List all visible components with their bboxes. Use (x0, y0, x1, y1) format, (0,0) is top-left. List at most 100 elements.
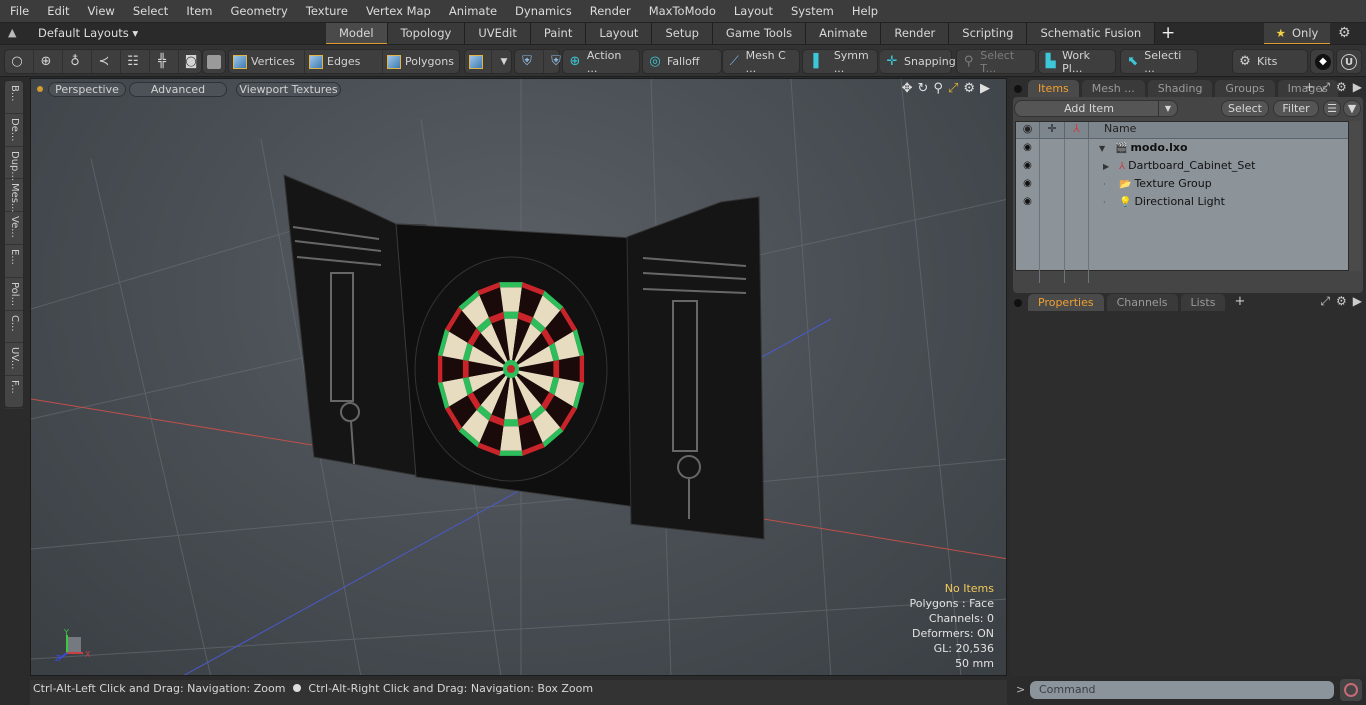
expand-arrow-icon[interactable]: ▶ (1103, 158, 1119, 176)
left-tab-9[interactable]: F... (5, 376, 23, 409)
only-toggle[interactable]: ★ Only (1264, 23, 1330, 45)
tree-row[interactable]: ◉ · 📂 Texture Group (1016, 175, 1348, 193)
visibility-column-icon[interactable]: ◉ (1016, 122, 1040, 138)
visibility-eye-icon[interactable]: ◉ (1016, 175, 1040, 193)
tab-render[interactable]: Render (881, 23, 950, 45)
maximize-icon[interactable]: ⤢ (948, 81, 958, 96)
circle-select-button[interactable]: ○ (5, 50, 34, 73)
kits-button[interactable]: ⚙ Kits (1233, 50, 1281, 73)
menu-texture[interactable]: Texture (296, 4, 356, 18)
collapse-up-icon[interactable]: ▲ (8, 26, 16, 39)
mesh-constraint-button[interactable]: ⟋ Mesh C ... (723, 49, 799, 75)
viewport-textures-button[interactable]: Viewport Textures (236, 82, 341, 97)
menu-layout[interactable]: Layout (724, 4, 781, 18)
tree-scrollbar[interactable] (1349, 121, 1361, 271)
menu-file[interactable]: File (0, 4, 37, 18)
work-plane-button[interactable]: ▙ Work Pl... (1039, 49, 1115, 75)
expand-panel-icon[interactable]: ⤢ (1320, 294, 1330, 309)
tab-lists[interactable]: Lists (1180, 294, 1226, 311)
left-tab-5[interactable]: E... (5, 245, 23, 278)
tree-item[interactable]: ▶ ⅄ Dartboard_Cabinet_Set (1089, 157, 1256, 175)
menu-select[interactable]: Select (123, 4, 176, 18)
material-mode-button[interactable] (465, 50, 492, 73)
symmetry-button[interactable]: ▐ Symm ... (803, 49, 877, 75)
viewport-gear-icon[interactable]: ⚙ (963, 81, 975, 96)
command-record-button[interactable] (1340, 679, 1362, 701)
collapse-arrow-icon[interactable]: ▼ (1099, 140, 1115, 158)
action-center-button[interactable]: ⊕ Action ... (563, 49, 639, 75)
3d-viewport[interactable]: Perspective Advanced Viewport Textures ✥… (30, 78, 1007, 676)
pivot-button[interactable]: ⛨ (515, 50, 544, 73)
tab-properties[interactable]: Properties (1028, 294, 1104, 311)
properties-gear-icon[interactable]: ⚙ (1336, 294, 1347, 309)
viewport-status-dot[interactable] (37, 86, 43, 92)
add-item-button[interactable]: Add Item (1014, 100, 1164, 117)
menu-dynamics[interactable]: Dynamics (505, 4, 580, 18)
properties-menu-arrow-icon[interactable]: ▶ (1353, 294, 1362, 309)
select-button[interactable]: Select (1221, 100, 1269, 117)
tab-mesh[interactable]: Mesh ... (1081, 80, 1145, 97)
tab-paint[interactable]: Paint (530, 23, 587, 45)
selection-sets-button[interactable]: ⬉ Selecti ... (1121, 49, 1197, 75)
edges-button[interactable]: Edges (305, 50, 383, 73)
left-tab-6[interactable]: Pol... (5, 278, 23, 311)
menu-maxtomodo[interactable]: MaxToModo (639, 4, 724, 18)
tab-schematic-fusion[interactable]: Schematic Fusion (1027, 23, 1156, 45)
items-menu-arrow-icon[interactable]: ▶ (1353, 80, 1362, 95)
perspective-button[interactable]: Perspective (48, 82, 126, 97)
tab-layout[interactable]: Layout (586, 23, 653, 45)
left-tab-1[interactable]: De... (5, 114, 23, 147)
add-tab-icon[interactable]: + (1304, 80, 1314, 95)
lock-cell[interactable] (1040, 139, 1065, 157)
lock-cell[interactable] (1040, 175, 1065, 193)
tab-channels[interactable]: Channels (1106, 294, 1178, 311)
name-column-header[interactable]: Name (1089, 122, 1136, 138)
tab-scripting[interactable]: Scripting (949, 23, 1028, 45)
tab-animate[interactable]: Animate (806, 23, 882, 45)
add-tab-icon[interactable]: + (1234, 294, 1245, 309)
zoom-icon[interactable]: ⚲ (933, 81, 943, 96)
command-input[interactable]: Command (1030, 681, 1334, 699)
lock-cell[interactable] (1040, 157, 1065, 175)
advanced-button[interactable]: Advanced (129, 82, 227, 97)
menu-help[interactable]: Help (842, 4, 886, 18)
sphere-button[interactable]: ⊕ (34, 50, 63, 73)
left-tab-2[interactable]: Dup... (5, 147, 23, 181)
menu-view[interactable]: View (78, 4, 123, 18)
left-tab-8[interactable]: UV... (5, 343, 23, 377)
pen-button[interactable]: ♁ (63, 50, 92, 73)
path-button[interactable]: ≺ (92, 50, 121, 73)
left-tab-7[interactable]: C... (5, 311, 23, 344)
item-mode-button[interactable] (203, 50, 229, 73)
lock-cell[interactable] (1040, 193, 1065, 211)
menu-edit[interactable]: Edit (37, 4, 77, 18)
tab-shading[interactable]: Shading (1147, 80, 1213, 97)
tree-row[interactable]: ◉ ▼ 🎬 modo.lxo (1016, 139, 1348, 157)
expand-panel-icon[interactable]: ⤢ (1320, 80, 1330, 95)
visibility-eye-icon[interactable]: ◉ (1016, 193, 1040, 211)
funnel-filter-button[interactable]: ▼ (1343, 100, 1361, 117)
filter-button[interactable]: Filter (1273, 100, 1319, 117)
tab-game-tools[interactable]: Game Tools (712, 23, 807, 45)
left-tab-0[interactable]: B... (5, 81, 23, 114)
menu-animate[interactable]: Animate (439, 4, 505, 18)
left-tab-3[interactable]: Mes... (5, 179, 23, 213)
unity-button[interactable]: ◆ (1311, 50, 1339, 73)
tree-row[interactable]: ◉ · 💡 Directional Light (1016, 193, 1348, 211)
vertices-button[interactable]: Vertices (229, 50, 305, 73)
add-item-dropdown[interactable]: ▼ (1158, 100, 1178, 117)
tree-item[interactable]: · 💡 Directional Light (1089, 193, 1225, 211)
axis-column-icon[interactable]: ⅄ (1065, 122, 1089, 138)
menu-vertex-map[interactable]: Vertex Map (356, 4, 439, 18)
unreal-button[interactable]: U (1337, 50, 1365, 73)
left-tab-4[interactable]: Ve... (5, 212, 23, 245)
uv-cross-button[interactable]: ╬ (150, 50, 179, 73)
menu-item[interactable]: Item (176, 4, 220, 18)
rotate-icon[interactable]: ↻ (918, 81, 929, 96)
layers-button[interactable]: ☷ (121, 50, 150, 73)
items-gear-icon[interactable]: ⚙ (1336, 80, 1347, 95)
pan-icon[interactable]: ✥ (902, 81, 913, 96)
visibility-eye-icon[interactable]: ◉ (1016, 157, 1040, 175)
menu-system[interactable]: System (781, 4, 842, 18)
polygons-button[interactable]: Polygons (383, 50, 459, 73)
